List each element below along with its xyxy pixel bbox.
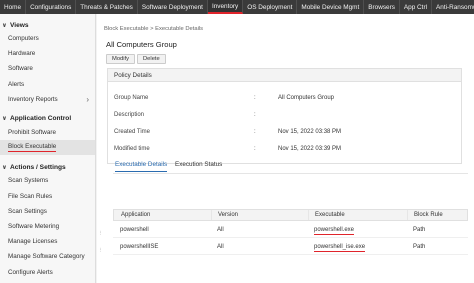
cell-block-rule: Path [413,227,426,233]
policy-separator: : [254,111,256,118]
policy-details-panel: Policy Details Group Name : All Computer… [107,68,462,164]
sidebar-item-label: Software Metering [8,222,60,230]
column-divider [407,210,408,220]
policy-value: Nov 15, 2022 03:39 PM [278,145,342,152]
breadcrumb[interactable]: Block Executable > Executable Details [104,26,203,32]
cell-application: powershellISE [120,244,159,250]
sidebar-item-block-executable[interactable]: Block Executable [0,140,95,156]
policy-row-modified-time: Modified time : Nov 15, 2022 03:39 PM [108,140,461,157]
tab-mobile-device-mgmt[interactable]: Mobile Device Mgmt [297,0,365,14]
policy-key: Modified time [114,145,150,152]
sidebar-section-actions-settings[interactable]: ∨ Actions / Settings [0,161,95,173]
drag-handle-icon[interactable]: ⋮ [98,227,103,239]
sidebar-item-inventory-reports[interactable]: Inventory Reports › [0,92,95,107]
cell-version: All [217,227,224,233]
policy-value: All Computers Group [278,94,335,101]
sidebar-item-label: File Scan Rules [8,192,53,200]
cell-block-rule: Path [413,244,426,250]
sidebar-item-label: Configure Alerts [8,268,53,276]
table-header: Application Version Executable Block Rul… [113,209,468,221]
policy-value: Nov 15, 2022 03:38 PM [278,128,342,135]
sidebar-item-scan-settings[interactable]: Scan Settings [0,204,95,219]
sidebar-item-file-scan-rules[interactable]: File Scan Rules [0,189,95,204]
policy-row-created-time: Created Time : Nov 15, 2022 03:38 PM [108,123,461,140]
column-header-application[interactable]: Application [121,212,150,218]
tab-software-deployment[interactable]: Software Deployment [138,0,208,14]
tab-anti-ransomware[interactable]: Anti-Ransomware [432,0,474,14]
sidebar-item-hardware[interactable]: Hardware [0,46,95,61]
policy-key: Description [114,111,145,118]
chevron-down-icon: ∨ [2,22,7,29]
modify-button[interactable]: Modify [106,54,136,64]
policy-separator: : [254,145,256,152]
sidebar-item-manage-software-category[interactable]: Manage Software Category [0,249,95,264]
cell-executable: powershell_ise.exe [314,244,366,252]
sidebar-item-alerts[interactable]: Alerts [0,77,95,92]
tab-execution-status[interactable]: Execution Status [175,161,222,168]
sidebar-item-label: Scan Systems [8,177,49,185]
sidebar-item-manage-licenses[interactable]: Manage Licenses [0,234,95,249]
chevron-down-icon: ∨ [2,164,7,171]
chevron-right-icon: › [86,94,89,104]
sidebar-section-views[interactable]: ∨ Views [0,19,95,31]
sidebar-item-prohibit-software[interactable]: Prohibit Software [0,125,95,140]
sidebar-section-title: Application Control [10,115,72,123]
sidebar-item-label: Alerts [8,80,25,88]
sidebar-section-title: Actions / Settings [10,163,66,171]
sidebar-item-label: Computers [8,35,39,43]
page-title: All Computers Group [106,40,177,49]
policy-row-group-name: Group Name : All Computers Group [108,89,461,106]
main-content: Block Executable > Executable Details Al… [97,14,474,283]
sidebar-item-configure-alerts[interactable]: Configure Alerts [0,264,95,279]
tab-home[interactable]: Home [0,0,27,14]
column-divider [308,210,309,220]
cell-executable: powershell.exe [314,227,355,235]
sidebar-item-label: Inventory Reports [8,95,58,103]
column-header-block-rule[interactable]: Block Rule [414,212,443,218]
sidebar-section-title: Views [10,21,29,29]
tab-browsers[interactable]: Browsers [364,0,400,14]
table-row[interactable]: powershellISE All powershell_ise.exe Pat… [113,239,468,255]
sidebar-item-label: Prohibit Software [8,129,56,137]
column-header-version[interactable]: Version [218,212,238,218]
tab-inventory[interactable]: Inventory [207,0,244,14]
chevron-down-icon: ∨ [2,116,7,123]
details-tabs: Executable Details Execution Status [113,160,468,174]
policy-key: Group Name [114,94,149,101]
tab-app-ctrl[interactable]: App Ctrl [400,0,432,14]
drag-handle-icon[interactable]: ⋮ [98,244,103,256]
policy-key: Created Time [114,128,151,135]
tab-configurations[interactable]: Configurations [26,0,77,14]
column-header-executable[interactable]: Executable [315,212,345,218]
top-navigation: Home Configurations Threats & Patches So… [0,0,474,14]
tab-os-deployment[interactable]: OS Deployment [243,0,298,14]
sidebar-item-software-metering[interactable]: Software Metering [0,219,95,234]
sidebar-item-label: Software [8,65,33,73]
policy-separator: : [254,94,256,101]
policy-separator: : [254,128,256,135]
sidebar-item-label: Scan Settings [8,207,47,215]
sidebar: ∨ Views Computers Hardware Software Aler… [0,14,96,283]
sidebar-item-label: Hardware [8,50,36,58]
policy-details-header: Policy Details [108,69,461,82]
tab-threats-patches[interactable]: Threats & Patches [76,0,138,14]
sidebar-item-software[interactable]: Software [0,61,95,76]
cell-version: All [217,244,224,250]
policy-row-description: Description : [108,106,461,123]
sidebar-item-computers[interactable]: Computers [0,31,95,46]
sidebar-section-application-control[interactable]: ∨ Application Control [0,113,95,125]
delete-button[interactable]: Delete [137,54,166,64]
cell-application: powershell [120,227,149,233]
sidebar-item-scan-systems[interactable]: Scan Systems [0,173,95,188]
tab-executable-details[interactable]: Executable Details [115,161,168,172]
sidebar-item-label: Manage Licenses [8,238,58,246]
sidebar-item-label: Manage Software Category [8,253,85,261]
table-row[interactable]: powershell All powershell.exe Path [113,222,468,238]
sidebar-item-label: Block Executable [8,143,57,153]
column-divider [211,210,212,220]
